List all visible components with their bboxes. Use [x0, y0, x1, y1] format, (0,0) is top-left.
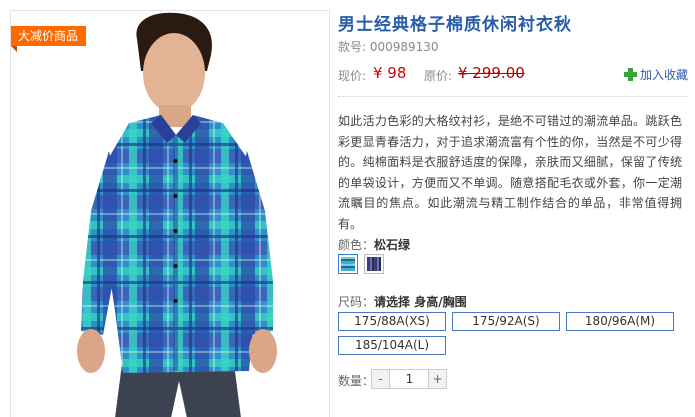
size-option-xs[interactable]: 175/88A(XS): [338, 312, 446, 331]
swatch-navy[interactable]: [364, 254, 384, 274]
swatch-turquoise-fill: [341, 257, 355, 271]
size-prompt: 请选择 身高/胸围: [374, 295, 467, 309]
quantity-decrease-button[interactable]: -: [372, 370, 390, 388]
favorites-label: 加入收藏: [639, 68, 688, 82]
orig-price-label: 原价:: [424, 69, 453, 83]
promo-badge: 大减价商品: [11, 26, 87, 52]
quantity-increase-button[interactable]: +: [428, 370, 446, 388]
size-option-s[interactable]: 175/92A(S): [452, 312, 560, 331]
color-label: 颜色：: [338, 238, 375, 252]
size-option-m[interactable]: 180/96A(M): [566, 312, 674, 331]
now-price: ¥ 98: [373, 64, 407, 82]
now-price-label: 现价:: [338, 69, 367, 83]
original-price: ¥ 299.00: [458, 64, 525, 82]
product-photo: [77, 12, 277, 417]
size-row: 尺码：请选择 身高/胸围: [338, 293, 467, 310]
product-title: 男士经典格子棉质休闲衬衣秋: [338, 15, 572, 35]
size-label: 尺码：: [338, 295, 375, 309]
product-image-panel: 大减价商品: [10, 10, 330, 417]
price-row: 现价: ¥ 98 原价: ¥ 299.00 加入收藏: [338, 64, 688, 84]
product-description: 如此活力色彩的大格纹衬衫，是绝不可错过的潮流单品。跳跃色彩更显青春活力，对于追求…: [338, 114, 682, 231]
quantity-stepper: - +: [371, 369, 447, 389]
add-to-favorites-link[interactable]: 加入收藏: [623, 66, 688, 83]
product-sku: 款号: 000989130: [338, 40, 439, 54]
divider: [338, 96, 688, 97]
size-option-l[interactable]: 185/104A(L): [338, 336, 446, 355]
quantity-label: 数量：: [338, 374, 375, 388]
selected-color: 松石绿: [374, 238, 411, 252]
swatch-turquoise[interactable]: [338, 254, 358, 274]
plus-icon: [623, 68, 637, 81]
quantity-input[interactable]: [391, 370, 428, 388]
swatch-navy-fill: [367, 257, 381, 271]
color-row: 颜色：松石绿: [338, 236, 410, 253]
